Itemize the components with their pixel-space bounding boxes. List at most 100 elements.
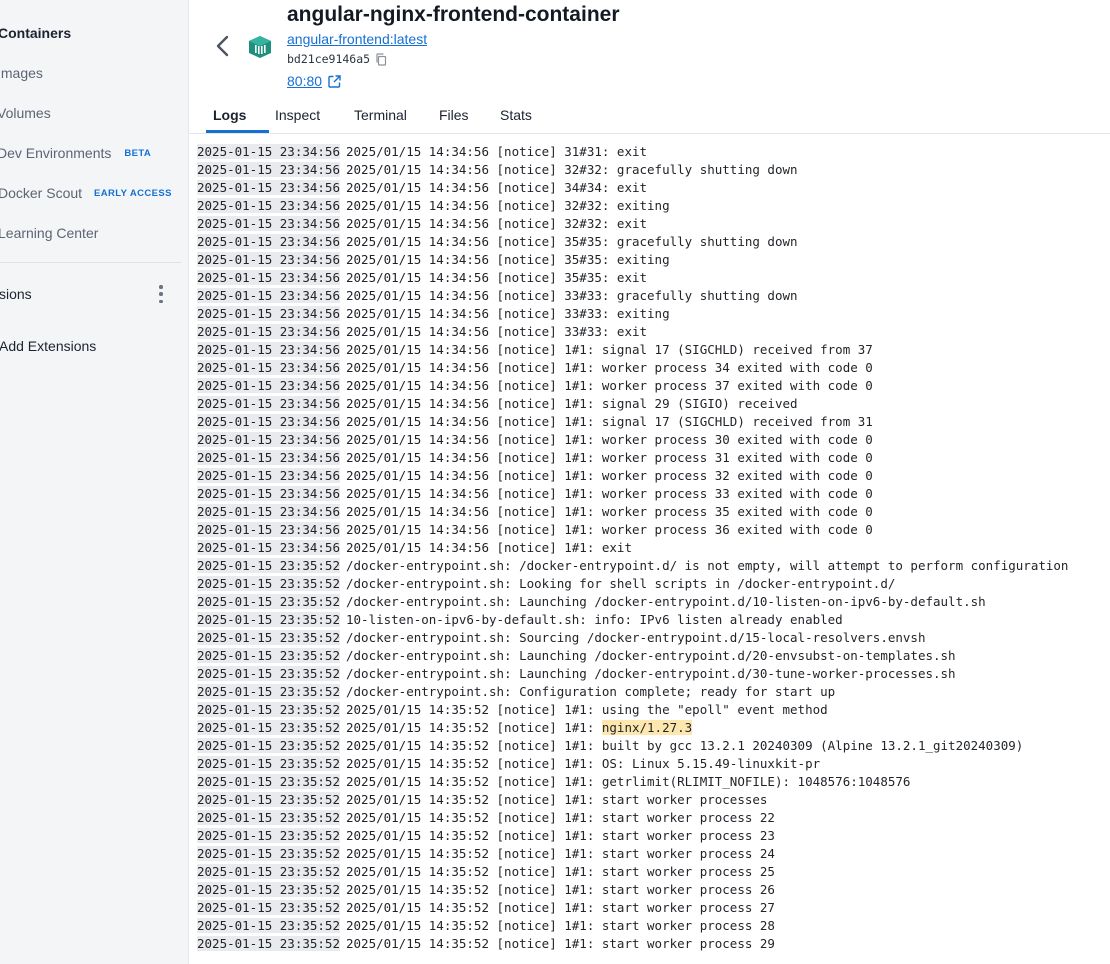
log-message: 10-listen-on-ipv6-by-default.sh: info: I… [346,612,843,627]
tab-logs[interactable]: Logs [213,107,246,123]
log-line: 2025-01-15 23:34:56 2025/01/15 14:34:56 [… [197,449,873,467]
log-timestamp: 2025-01-15 23:34:56 [197,540,340,555]
log-message: 2025/01/15 14:35:52 [notice] 1#1: start … [346,918,775,933]
log-message: 2025/01/15 14:35:52 [notice] 1#1: using … [346,702,828,717]
log-message: 2025/01/15 14:34:56 [notice] 31#31: exit [346,144,648,159]
log-line: 2025-01-15 23:35:52 2025/01/15 14:35:52 [… [197,737,1023,755]
log-output[interactable]: 2025-01-15 23:34:56 2025/01/15 14:34:56 [… [189,135,1110,964]
sidebar: Containers Images Volumes Dev Environmen… [0,0,189,964]
log-message: 2025/01/15 14:34:56 [notice] 1#1: signal… [346,414,873,429]
log-message: 2025/01/15 14:35:52 [notice] 1#1: start … [346,828,775,843]
log-line: 2025-01-15 23:35:52/docker-entrypoint.sh… [197,557,1068,575]
log-message: /docker-entrypoint.sh: Sourcing /docker-… [346,630,926,645]
sidebar-item-label: Docker Scout [0,185,83,201]
log-timestamp: 2025-01-15 23:34:56 [197,144,340,159]
page-title: angular-nginx-frontend-container [287,3,620,26]
log-line: 2025-01-15 23:35:52 2025/01/15 14:35:52 [… [197,935,775,953]
sidebar-item-label: Containers [0,25,72,41]
log-message: 2025/01/15 14:34:56 [notice] 35#35: exit… [346,252,670,267]
log-message: 2025/01/15 14:34:56 [notice] 35#35: exit [346,270,648,285]
log-timestamp: 2025-01-15 23:35:52 [197,630,340,645]
sidebar-item-label: sions [0,286,32,302]
tab-terminal[interactable]: Terminal [354,107,407,123]
log-timestamp: 2025-01-15 23:34:56 [197,486,340,501]
sidebar-item-extensions[interactable]: sions [0,283,33,305]
log-line: 2025-01-15 23:34:56 2025/01/15 14:34:56 [… [197,539,632,557]
container-id: bd21ce9146a5 [287,52,371,66]
image-link[interactable]: angular-frontend:latest [287,31,427,47]
log-timestamp: 2025-01-15 23:34:56 [197,360,340,375]
log-timestamp: 2025-01-15 23:34:56 [197,522,340,537]
tab-stats[interactable]: Stats [500,107,532,123]
external-link-icon[interactable] [328,75,341,88]
sidebar-item-docker-scout[interactable]: Docker Scout EARLY ACCESS [0,182,172,204]
log-line: 2025-01-15 23:35:52/docker-entrypoint.sh… [197,593,986,611]
log-message: /docker-entrypoint.sh: Launching /docker… [346,648,956,663]
log-timestamp: 2025-01-15 23:35:52 [197,558,340,573]
log-message: 2025/01/15 14:34:56 [notice] 1#1: worker… [346,378,873,393]
sidebar-item-label: Learning Center [0,225,99,241]
log-line: 2025-01-15 23:35:52 10-listen-on-ipv6-by-… [197,611,843,629]
log-timestamp: 2025-01-15 23:34:56 [197,252,340,267]
sidebar-item-learning-center[interactable]: Learning Center [0,222,100,244]
log-timestamp: 2025-01-15 23:35:52 [197,720,340,735]
sidebar-item-images[interactable]: Images [0,62,46,84]
log-line: 2025-01-15 23:34:56 2025/01/15 14:34:56 [… [197,359,873,377]
log-message: 2025/01/15 14:35:52 [notice] 1#1: start … [346,936,775,951]
log-timestamp: 2025-01-15 23:35:52 [197,792,340,807]
port-link[interactable]: 80:80 [287,73,322,89]
log-line: 2025-01-15 23:34:56 2025/01/15 14:34:56 [… [197,395,798,413]
beta-badge: BETA [124,147,152,159]
copy-icon[interactable] [375,53,387,66]
tab-inspect[interactable]: Inspect [275,107,320,123]
log-timestamp: 2025-01-15 23:35:52 [197,612,340,627]
log-line: 2025-01-15 23:34:56 2025/01/15 14:34:56 [… [197,287,798,305]
early-access-badge: EARLY ACCESS [94,187,172,199]
log-line: 2025-01-15 23:34:56 2025/01/15 14:34:56 [… [197,305,670,323]
log-message: 2025/01/15 14:35:52 [notice] 1#1: start … [346,882,775,897]
log-timestamp: 2025-01-15 23:34:56 [197,504,340,519]
log-message: 2025/01/15 14:34:56 [notice] 1#1: worker… [346,486,873,501]
log-line: 2025-01-15 23:34:56 2025/01/15 14:34:56 [… [197,521,873,539]
sidebar-item-volumes[interactable]: Volumes [0,102,54,124]
active-tab-indicator [206,130,269,133]
log-line: 2025-01-15 23:35:52 2025/01/15 14:35:52 [… [197,809,775,827]
log-timestamp: 2025-01-15 23:35:52 [197,738,340,753]
log-message: /docker-entrypoint.sh: Configuration com… [346,684,836,699]
log-message: 2025/01/15 14:34:56 [notice] 1#1: worker… [346,522,873,537]
log-message: /docker-entrypoint.sh: Launching /docker… [346,594,986,609]
log-message: 2025/01/15 14:34:56 [notice] 1#1: worker… [346,504,873,519]
sidebar-item-containers[interactable]: Containers [0,22,73,44]
log-message: 2025/01/15 14:34:56 [notice] 1#1: worker… [346,432,873,447]
log-message: 2025/01/15 14:34:56 [notice] 1#1: signal… [346,396,798,411]
sidebar-item-dev-environments[interactable]: Dev Environments BETA [0,142,151,164]
log-timestamp: 2025-01-15 23:34:56 [197,468,340,483]
log-line: 2025-01-15 23:34:56 2025/01/15 14:34:56 [… [197,161,798,179]
sidebar-item-label: Add Extensions [0,338,97,354]
log-line: 2025-01-15 23:35:52/docker-entrypoint.sh… [197,683,835,701]
log-message: 2025/01/15 14:35:52 [notice] 1#1: getrli… [346,774,911,789]
tab-bar: Logs Inspect Terminal Files Stats [189,96,1110,134]
extensions-menu-icon[interactable] [158,285,164,303]
log-timestamp: 2025-01-15 23:35:52 [197,900,340,915]
tab-files[interactable]: Files [439,107,469,123]
log-timestamp: 2025-01-15 23:35:52 [197,576,340,591]
chevron-left-icon[interactable] [213,34,233,58]
log-line: 2025-01-15 23:34:56 2025/01/15 14:34:56 [… [197,377,873,395]
log-timestamp: 2025-01-15 23:35:52 [197,594,340,609]
log-timestamp: 2025-01-15 23:35:52 [197,864,340,879]
log-message: /docker-entrypoint.sh: Launching /docker… [346,666,956,681]
log-line: 2025-01-15 23:34:56 2025/01/15 14:34:56 [… [197,143,647,161]
log-timestamp: 2025-01-15 23:35:52 [197,756,340,771]
log-line: 2025-01-15 23:34:56 2025/01/15 14:34:56 [… [197,485,873,503]
sidebar-item-label: Volumes [0,105,51,121]
log-search-highlight: nginx/1.27.3 [601,720,693,735]
log-timestamp: 2025-01-15 23:34:56 [197,306,340,321]
container-header: angular-nginx-frontend-container angular… [189,0,1110,96]
log-message: 2025/01/15 14:34:56 [notice] 1#1: worker… [346,360,873,375]
log-line: 2025-01-15 23:34:56 2025/01/15 14:34:56 [… [197,269,647,287]
log-timestamp: 2025-01-15 23:34:56 [197,216,340,231]
log-timestamp: 2025-01-15 23:35:52 [197,774,340,789]
sidebar-item-add-extensions[interactable]: Add Extensions [0,335,97,357]
log-message: 2025/01/15 14:34:56 [notice] 1#1: signal… [346,342,873,357]
